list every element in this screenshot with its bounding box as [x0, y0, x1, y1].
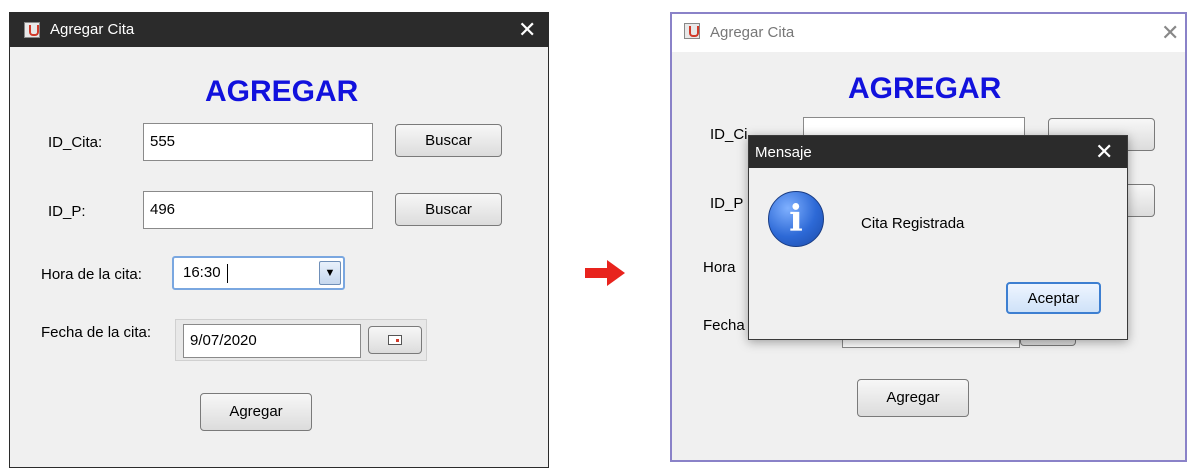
hora-label: Hora de la cita:	[41, 266, 142, 283]
java-app-icon	[24, 22, 40, 38]
dialog-message: Cita Registrada	[861, 215, 965, 232]
id-cita-label: ID_Ci	[710, 126, 748, 143]
id-cita-label: ID_Cita:	[48, 134, 103, 151]
agregar-cita-window: Agregar Cita ✕ AGREGAR ID_Cita: 555 Busc…	[9, 12, 549, 468]
id-p-label: ID_P	[710, 195, 744, 212]
dialog-close-button[interactable]: ✕	[1095, 141, 1113, 163]
fecha-label: Fecha	[703, 317, 745, 334]
date-chooser: 9/07/2020	[175, 319, 427, 361]
aceptar-button[interactable]: Aceptar	[1006, 282, 1101, 314]
hora-label: Hora	[703, 259, 736, 276]
title-bar-inactive: Agregar Cita ✕	[672, 14, 1185, 52]
title-bar: Agregar Cita ✕	[10, 13, 548, 47]
id-cita-field[interactable]: 555	[143, 123, 373, 161]
window-title: Agregar Cita	[50, 21, 135, 38]
buscar-paciente-button[interactable]: Buscar	[395, 193, 502, 226]
dialog-title-bar: Mensaje ✕	[749, 136, 1127, 168]
calendar-button[interactable]	[368, 326, 422, 354]
window-title: Agregar Cita	[710, 24, 795, 41]
fecha-field[interactable]: 9/07/2020	[183, 324, 361, 358]
hora-combobox[interactable]: 16:30 ▼	[172, 256, 345, 290]
arrow-right-icon	[585, 260, 625, 286]
id-p-field[interactable]: 496	[143, 191, 373, 229]
fecha-label: Fecha de la cita:	[41, 324, 152, 341]
id-p-label: ID_P:	[48, 203, 86, 220]
buscar-cita-button[interactable]: Buscar	[395, 124, 502, 157]
agregar-button[interactable]: Agregar	[857, 379, 969, 417]
info-icon: i	[768, 191, 824, 247]
calendar-icon	[388, 335, 402, 345]
close-button[interactable]: ✕	[518, 19, 536, 41]
hora-value: 16:30	[183, 264, 221, 281]
page-title: AGREGAR	[848, 72, 1002, 105]
dropdown-arrow-icon[interactable]: ▼	[319, 261, 341, 285]
agregar-button[interactable]: Agregar	[200, 393, 312, 431]
page-title: AGREGAR	[205, 75, 359, 108]
close-button[interactable]: ✕	[1161, 22, 1179, 44]
java-app-icon	[684, 23, 700, 39]
text-cursor	[227, 264, 228, 283]
dialog-title: Mensaje	[755, 144, 812, 161]
message-dialog: Mensaje ✕ i Cita Registrada Aceptar	[748, 135, 1128, 340]
